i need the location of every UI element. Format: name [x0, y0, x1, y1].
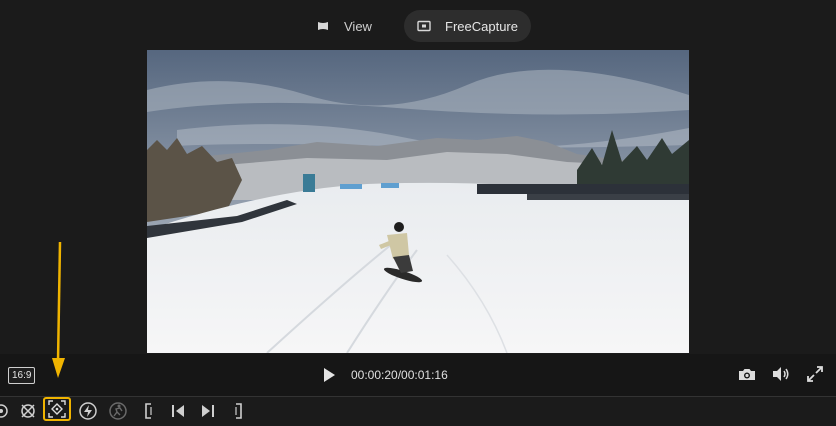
mode-tab-bar: View FreeCapture: [0, 0, 836, 50]
auto-focus-target-icon[interactable]: [43, 397, 71, 421]
camera-icon[interactable]: [738, 367, 756, 386]
time-readout: 00:00:20/00:01:16: [351, 368, 448, 382]
annotation-arrow: [52, 241, 66, 385]
fullscreen-icon[interactable]: [806, 365, 824, 388]
mark-out-icon[interactable]: [225, 399, 251, 423]
next-frame-icon[interactable]: [195, 399, 221, 423]
player-control-bar: 16:9 00:00:20/00:01:16: [0, 354, 836, 396]
tab-freecapture[interactable]: FreeCapture: [404, 10, 531, 42]
tab-freecapture-label: FreeCapture: [445, 18, 518, 34]
capture-box-icon: [417, 20, 431, 32]
motion-runner-icon[interactable]: [105, 399, 131, 423]
tab-view-label: View: [344, 18, 372, 34]
mark-in-icon[interactable]: [136, 399, 162, 423]
previous-frame-icon[interactable]: [165, 399, 191, 423]
remove-target-icon[interactable]: [15, 399, 41, 423]
film-frame-icon: [316, 20, 330, 32]
video-preview[interactable]: [147, 50, 689, 353]
partial-tool-icon[interactable]: [0, 399, 14, 423]
play-icon[interactable]: [322, 367, 336, 388]
tab-view[interactable]: View: [303, 10, 385, 42]
flash-icon[interactable]: [75, 399, 101, 423]
volume-icon[interactable]: [772, 366, 790, 387]
capture-toolbar: [0, 397, 836, 426]
aspect-ratio-button[interactable]: 16:9: [8, 367, 36, 384]
